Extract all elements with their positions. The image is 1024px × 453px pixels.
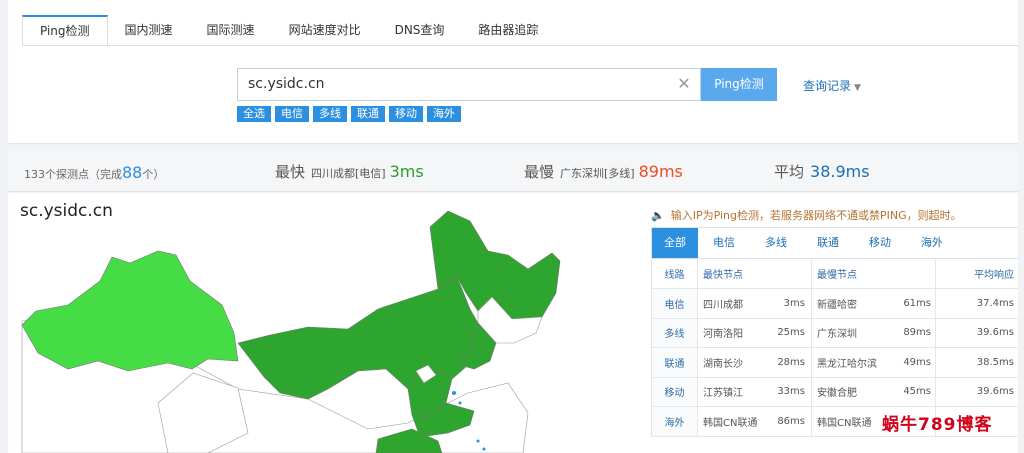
- line-name[interactable]: 多线: [651, 318, 698, 348]
- tab-ping[interactable]: Ping检测: [22, 15, 108, 46]
- history-label[interactable]: 查询记录: [803, 79, 851, 93]
- fast-value: 28ms: [769, 347, 812, 378]
- result-tab-bar: 全部 电信 多线 联通 移动 海外: [651, 227, 1018, 258]
- filter-unicom[interactable]: 联通: [351, 106, 385, 122]
- slow-value: 45ms: [893, 377, 936, 407]
- slow-node: 安徽合肥: [811, 377, 894, 407]
- fast-node: 四川成都: [697, 288, 770, 319]
- fast-value: 3ms: [769, 288, 812, 319]
- queried-domain: sc.ysidc.cn: [20, 201, 113, 221]
- avg-value: 37.4ms: [935, 288, 1018, 319]
- line-name[interactable]: 联通: [651, 347, 698, 378]
- fast-node: 韩国CN联通: [697, 406, 770, 437]
- fastest-value: 3ms: [389, 162, 424, 181]
- fast-value: 25ms: [769, 318, 812, 348]
- fast-node: 河南洛阳: [697, 318, 770, 348]
- stats-bar: 133个探测点（完成88个） 最快 四川成都[电信] 3ms 最慢 广东深圳[多线] 8…: [8, 151, 1018, 192]
- col-fastest: 最快节点: [697, 258, 812, 289]
- fast-node: 江苏镇江: [697, 377, 770, 407]
- result-tab-unicom[interactable]: 联通: [802, 228, 854, 258]
- map-province-xinjiang[interactable]: [21, 250, 239, 372]
- results-panel: sc.ysidc.cn 🔈 输入IP为Ping检测，若服务器网络不通或禁PING，…: [8, 193, 1018, 453]
- slow-node: 黑龙江哈尔滨: [811, 347, 894, 378]
- col-average: 平均响应: [935, 258, 1018, 289]
- tab-international-speed[interactable]: 国际测速: [190, 15, 272, 46]
- fastest-stat: 最快 四川成都[电信] 3ms: [275, 161, 424, 182]
- avg-value: 39.6ms: [935, 377, 1018, 407]
- fast-node: 湖南长沙: [697, 347, 770, 378]
- search-input[interactable]: sc.ysidc.cn ✕: [237, 68, 701, 101]
- map-sea-marker: [452, 391, 456, 395]
- filter-mobile[interactable]: 移动: [389, 106, 423, 122]
- slowest-value: 89ms: [638, 162, 683, 181]
- map-sea-marker: [476, 439, 480, 443]
- fastest-location: 四川成都[电信]: [311, 167, 386, 180]
- filter-overseas[interactable]: 海外: [427, 106, 461, 122]
- isp-filter-group: 全选 电信 多线 联通 移动 海外: [237, 106, 461, 122]
- speaker-icon: 🔈: [651, 209, 665, 222]
- filter-telecom[interactable]: 电信: [275, 106, 309, 122]
- tab-site-compare[interactable]: 网站速度对比: [272, 15, 378, 46]
- average-label: 平均: [774, 163, 805, 181]
- history-dropdown[interactable]: 查询记录 ▼: [803, 77, 861, 94]
- line-name[interactable]: 海外: [651, 406, 698, 437]
- watermark: 蜗牛789博客: [882, 415, 993, 435]
- fast-value: 33ms: [769, 377, 812, 407]
- slowest-stat: 最慢 广东深圳[多线] 89ms: [524, 161, 683, 182]
- map-province-inner-mongolia[interactable]: [237, 274, 497, 400]
- notice: 🔈 输入IP为Ping检测，若服务器网络不通或禁PING，则超时。: [651, 207, 962, 223]
- result-tab-overseas[interactable]: 海外: [906, 228, 958, 258]
- average-value: 38.9ms: [810, 162, 870, 181]
- chevron-down-icon[interactable]: ▼: [854, 83, 861, 93]
- avg-value: 38.5ms: [935, 347, 1018, 378]
- close-icon[interactable]: ✕: [676, 75, 692, 93]
- probe-count-suffix: 个）: [142, 168, 165, 181]
- fastest-label: 最快: [275, 163, 306, 181]
- map-sea-marker: [482, 447, 486, 451]
- result-tab-telecom[interactable]: 电信: [698, 228, 750, 258]
- slowest-location: 广东深圳[多线]: [560, 167, 635, 180]
- search-value[interactable]: sc.ysidc.cn: [248, 69, 325, 100]
- slow-node: 广东深圳: [811, 318, 894, 348]
- average-stat: 平均 38.9ms: [774, 161, 870, 182]
- table-row: 联通 湖南长沙 28ms 黑龙江哈尔滨 49ms 38.5ms: [651, 347, 1018, 378]
- line-name[interactable]: 电信: [651, 288, 698, 319]
- fast-value: 86ms: [769, 406, 812, 437]
- line-name[interactable]: 移动: [651, 377, 698, 407]
- result-tab-all[interactable]: 全部: [652, 228, 698, 258]
- tab-dns[interactable]: DNS查询: [378, 15, 462, 46]
- query-panel: Ping检测 国内测速 国际测速 网站速度对比 DNS查询 路由器追踪 sc.y…: [8, 0, 1018, 144]
- avg-value: 39.6ms: [935, 318, 1018, 348]
- table-row: 多线 河南洛阳 25ms 广东深圳 89ms 39.6ms: [651, 318, 1018, 348]
- tab-domestic-speed[interactable]: 国内测速: [108, 15, 190, 46]
- filter-all[interactable]: 全选: [237, 106, 271, 122]
- china-latency-map: [21, 210, 561, 453]
- result-tab-multiline[interactable]: 多线: [750, 228, 802, 258]
- probe-count-done: 88: [122, 163, 143, 182]
- table-header-row: 线路 最快节点 最慢节点 平均响应: [651, 258, 1018, 289]
- col-slowest: 最慢节点: [811, 258, 936, 289]
- filter-multiline[interactable]: 多线: [313, 106, 347, 122]
- slow-node: 新疆哈密: [811, 288, 894, 319]
- notice-text: 输入IP为Ping检测，若服务器网络不通或禁PING，则超时。: [670, 209, 962, 222]
- tab-traceroute[interactable]: 路由器追踪: [461, 15, 555, 46]
- table-row: 电信 四川成都 3ms 新疆哈密 61ms 37.4ms: [651, 288, 1018, 319]
- map-sea-marker: [458, 401, 462, 405]
- probe-count: 133个探测点（完成88个）: [24, 163, 164, 182]
- table-row: 移动 江苏镇江 33ms 安徽合肥 45ms 39.6ms: [651, 377, 1018, 407]
- slow-value: 61ms: [893, 288, 936, 319]
- slow-value: 49ms: [893, 347, 936, 378]
- tab-divider: [22, 45, 1018, 46]
- ping-button[interactable]: Ping检测: [701, 68, 777, 101]
- slowest-label: 最慢: [524, 163, 555, 181]
- slow-value: 89ms: [893, 318, 936, 348]
- probe-count-prefix: 133个探测点（完成: [24, 168, 122, 181]
- result-tab-mobile[interactable]: 移动: [854, 228, 906, 258]
- tab-bar: Ping检测 国内测速 国际测速 网站速度对比 DNS查询 路由器追踪: [22, 15, 555, 46]
- col-line: 线路: [651, 258, 698, 289]
